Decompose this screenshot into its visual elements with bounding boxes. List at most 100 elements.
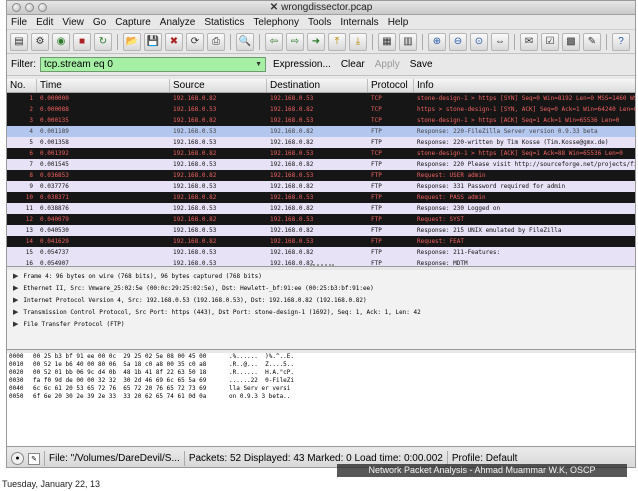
expand-triangle-icon[interactable]: ▶ (13, 272, 18, 280)
hex-row[interactable]: 0040 6c 6c 61 20 53 65 72 76 65 72 20 76 … (7, 385, 635, 393)
detail-tree-item[interactable]: ▶ File Transfer Protocol (FTP) (7, 318, 635, 330)
packet-row[interactable]: 8 0.036853 192.168.0.82 192.168.0.53 FTP Requ… (7, 170, 635, 181)
column-info[interactable]: Info (414, 79, 635, 92)
detail-tree-item[interactable]: ▶ Internet Protocol Version 4, Src: 192.1… (7, 294, 635, 306)
column-no[interactable]: No. (7, 79, 37, 92)
packet-row[interactable]: 2 0.000088 192.168.0.53 192.168.0.82 TCP http… (7, 104, 635, 115)
zoom-in-icon[interactable]: ⊕ (428, 32, 446, 51)
cell-no: 12 (25, 216, 33, 223)
menu-help[interactable]: Help (388, 17, 409, 28)
menu-telephony[interactable]: Telephony (253, 17, 299, 28)
menu-go[interactable]: Go (93, 17, 106, 28)
packet-row[interactable]: 4 0.001189 192.168.0.53 192.168.0.82 FTP Resp… (7, 126, 635, 137)
cell-info: Response: 211-Features: (417, 249, 501, 256)
column-source[interactable]: Source (170, 79, 267, 92)
cell-no: 16 (25, 260, 33, 267)
packet-row[interactable]: 7 0.001545 192.168.0.53 192.168.0.82 FTP Resp… (7, 159, 635, 170)
cell-protocol: FTP (371, 205, 382, 212)
packet-row[interactable]: 10 0.038371 192.168.0.82 192.168.0.53 FTP Req… (7, 192, 635, 203)
cell-time: 0.054907 (40, 260, 69, 267)
column-protocol[interactable]: Protocol (368, 79, 414, 92)
coloring-rules-icon[interactable]: ▩ (562, 32, 580, 51)
packet-row[interactable]: 14 0.041629 192.168.0.82 192.168.0.53 FTP Req… (7, 236, 635, 247)
chevron-down-icon[interactable]: ▼ (255, 61, 262, 68)
packet-row[interactable]: 6 0.001392 192.168.0.82 192.168.0.53 TCP ston… (7, 148, 635, 159)
packet-row[interactable]: 15 0.054737 192.168.0.53 192.168.0.82 FTP Res… (7, 247, 635, 258)
hex-bytes: fa f0 9d de 00 00 32 32 30 2d 46 69 6c 6… (33, 377, 207, 384)
go-back-icon[interactable]: ⇦ (265, 32, 283, 51)
zoom-out-icon[interactable]: ⊖ (449, 32, 467, 51)
hex-row[interactable]: 0000 00 25 b3 bf 91 ee 00 0c 29 25 02 5e … (7, 353, 635, 361)
cell-time: 0.001545 (40, 161, 69, 168)
go-last-icon[interactable]: ⤓ (349, 32, 367, 51)
resize-columns-icon[interactable]: ⇔ (491, 32, 509, 51)
detail-tree-item[interactable]: ▶ Ethernet II, Src: Vmware_25:02:5e (00:0… (7, 282, 635, 294)
cell-protocol: TCP (371, 117, 382, 124)
pane-splitter[interactable] (310, 264, 334, 266)
packet-row[interactable]: 13 0.040530 192.168.0.53 192.168.0.82 FTP Res… (7, 225, 635, 236)
packet-row[interactable]: 3 0.000135 192.168.0.82 192.168.0.53 TCP ston… (7, 115, 635, 126)
hex-row[interactable]: 0050 6f 6e 20 30 2e 39 2e 33 33 20 62 65 … (7, 393, 635, 401)
menu-internals[interactable]: Internals (340, 17, 378, 28)
menu-edit[interactable]: Edit (36, 17, 53, 28)
comment-icon[interactable]: ✎ (28, 452, 40, 465)
clear-button[interactable]: Clear (338, 59, 368, 70)
colorize-icon[interactable]: ▦ (378, 32, 396, 51)
go-first-icon[interactable]: ⤒ (328, 32, 346, 51)
packet-row[interactable]: 1 0.000000 192.168.0.82 192.168.0.53 TCP ston… (7, 93, 635, 104)
close-file-icon[interactable]: ✖ (165, 32, 183, 51)
detail-tree-item[interactable]: ▶ Transmission Control Protocol, Src Port… (7, 306, 635, 318)
packet-row[interactable]: 11 0.038876 192.168.0.53 192.168.0.82 FTP Res… (7, 203, 635, 214)
zoom-normal-icon[interactable]: ⊙ (470, 32, 488, 51)
interface-list-icon[interactable]: ▤ (10, 32, 28, 51)
preferences-icon[interactable]: ✎ (583, 32, 601, 51)
save-file-icon[interactable]: 💾 (144, 32, 162, 51)
menu-capture[interactable]: Capture (115, 17, 151, 28)
start-capture-icon[interactable]: ◉ (52, 32, 70, 51)
hex-row[interactable]: 0010 00 52 1e b6 40 00 80 06 5a 18 c0 a8 … (7, 361, 635, 369)
print-icon[interactable]: ⎙ (207, 32, 225, 51)
hex-row[interactable]: 0020 00 52 01 bb 06 9c d4 0b 48 1b 41 8f … (7, 369, 635, 377)
hex-row[interactable]: 0030 fa f0 9d de 00 00 32 32 30 2d 46 69 … (7, 377, 635, 385)
display-filters-icon[interactable]: ☑ (541, 32, 559, 51)
expand-triangle-icon[interactable]: ▶ (13, 308, 18, 316)
capture-filters-icon[interactable]: ✉ (520, 32, 538, 51)
stop-capture-icon[interactable]: ■ (73, 32, 91, 51)
expand-triangle-icon[interactable]: ▶ (13, 320, 18, 328)
cell-destination: 192.168.0.82 (270, 139, 314, 146)
reload-icon[interactable]: ⟳ (186, 32, 204, 51)
cell-destination: 192.168.0.53 (270, 194, 314, 201)
autoscroll-icon[interactable]: ▥ (399, 32, 417, 51)
capture-options-icon[interactable]: ⚙ (31, 32, 49, 51)
menu-view[interactable]: View (62, 17, 84, 28)
detail-tree-item[interactable]: ▶ Frame 4: 96 bytes on wire (768 bits), 9… (7, 270, 635, 282)
restart-capture-icon[interactable]: ↻ (94, 32, 112, 51)
display-filter-input[interactable]: tcp.stream eq 0 ▼ (40, 57, 266, 72)
go-forward-icon[interactable]: ⇨ (286, 32, 304, 51)
save-button[interactable]: Save (407, 59, 436, 70)
column-destination[interactable]: Destination (267, 79, 368, 92)
apply-button[interactable]: Apply (372, 59, 403, 70)
expert-info-icon[interactable]: ● (11, 452, 24, 465)
open-file-icon[interactable]: 📂 (123, 32, 141, 51)
expand-triangle-icon[interactable]: ▶ (13, 284, 18, 292)
cell-protocol: FTP (371, 128, 382, 135)
help-icon[interactable]: ? (612, 32, 630, 51)
menu-statistics[interactable]: Statistics (204, 17, 244, 28)
menu-file[interactable]: File (11, 17, 27, 28)
column-time[interactable]: Time (37, 79, 170, 92)
packet-row[interactable]: 5 0.001358 192.168.0.53 192.168.0.82 FTP Resp… (7, 137, 635, 148)
find-packet-icon[interactable]: 🔍 (236, 32, 254, 51)
packet-list-header: No. Time Source Destination Protocol Inf… (7, 79, 635, 93)
menu-analyze[interactable]: Analyze (160, 17, 196, 28)
go-to-packet-icon[interactable]: ➜ (307, 32, 325, 51)
cell-time: 0.001189 (40, 128, 69, 135)
detail-text: Ethernet II, Src: Vmware_25:02:5e (00:0c… (23, 284, 374, 292)
packet-row[interactable]: 9 0.037776 192.168.0.53 192.168.0.82 FTP Resp… (7, 181, 635, 192)
menu-tools[interactable]: Tools (308, 17, 331, 28)
expand-triangle-icon[interactable]: ▶ (13, 296, 18, 304)
packet-row[interactable]: 12 0.040079 192.168.0.82 192.168.0.53 FTP Req… (7, 214, 635, 225)
cell-time: 0.041629 (40, 238, 69, 245)
cell-info: Request: USER admin (417, 172, 486, 179)
expression-button[interactable]: Expression... (270, 59, 334, 70)
